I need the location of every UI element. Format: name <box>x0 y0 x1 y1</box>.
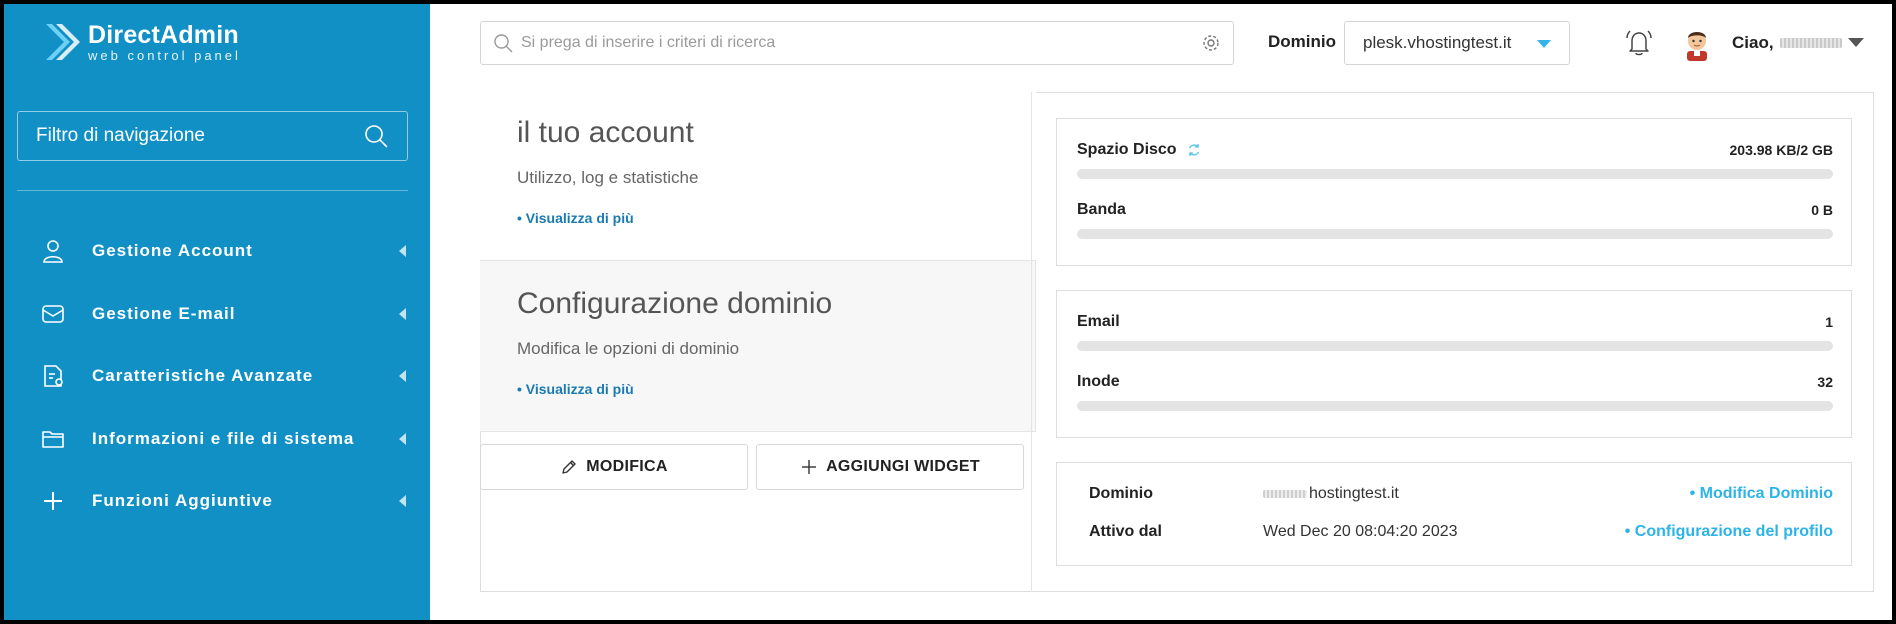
profile-config-link[interactable]: • Configurazione del profilo <box>1625 523 1833 541</box>
add-widget-button-label: AGGIUNGI WIDGET <box>826 458 980 475</box>
caret-left-icon <box>399 432 406 445</box>
modify-domain-link[interactable]: • Modifica Dominio <box>1690 485 1833 503</box>
user-greeting[interactable]: Ciao, <box>1732 33 1842 53</box>
inode-value: 32 <box>1817 374 1833 390</box>
sidebar-divider <box>17 190 408 191</box>
global-search <box>480 21 1234 65</box>
domain-info-row: Dominio hostingtest.it • Modifica Domini… <box>1089 485 1833 503</box>
sidebar-item-informazioni-sistema[interactable]: Informazioni e file di sistema <box>4 408 430 471</box>
email-value: 1 <box>1825 314 1833 330</box>
search-icon[interactable] <box>363 123 389 149</box>
caret-left-icon <box>399 370 406 383</box>
sidebar-item-label: Gestione Account <box>92 241 253 261</box>
domain-config-card-title: Configurazione dominio <box>517 287 833 320</box>
active-since-row: Attivo dal Wed Dec 20 08:04:20 2023 • Co… <box>1089 523 1833 541</box>
plus-icon <box>802 460 817 474</box>
logo[interactable]: DirectAdmin web control panel <box>42 20 241 64</box>
sidebar-nav: Gestione Account Gestione E-mail Caratte… <box>4 220 430 533</box>
disk-value: 203.98 KB/2 GB <box>1729 142 1834 158</box>
email-stat: Email 1 <box>1077 313 1833 351</box>
email-progress-bar <box>1077 341 1833 351</box>
sidebar-item-label: Gestione E-mail <box>92 303 236 323</box>
caret-left-icon <box>399 245 406 258</box>
mail-icon <box>42 304 64 323</box>
modifica-button[interactable]: MODIFICA <box>480 444 748 490</box>
redacted-username <box>1779 38 1842 48</box>
plus-icon <box>44 492 62 511</box>
app-window: DirectAdmin web control panel Gestione A… <box>4 4 1892 620</box>
resources-panel: Email 1 Inode 32 <box>1056 290 1852 438</box>
sidebar-item-label: Funzioni Aggiuntive <box>92 491 273 511</box>
domain-info-value-text: hostingtest.it <box>1309 485 1399 502</box>
greeting-text: Ciao, <box>1732 33 1774 52</box>
chevron-down-icon <box>1537 40 1551 48</box>
bandwidth-value: 0 B <box>1811 202 1833 218</box>
account-view-more-link[interactable]: • Visualizza di più <box>517 210 634 226</box>
domain-config-card: Configurazione dominio Modifica le opzio… <box>480 260 1036 432</box>
bandwidth-progress-bar <box>1077 229 1833 239</box>
bandwidth-stat: Banda 0 B <box>1077 201 1833 239</box>
sidebar-item-gestione-account[interactable]: Gestione Account <box>4 220 430 283</box>
notification-bell-icon[interactable] <box>1622 26 1656 60</box>
refresh-icon[interactable] <box>1187 143 1201 157</box>
pencil-icon <box>562 460 576 474</box>
sidebar-item-label: Informazioni e file di sistema <box>92 428 355 448</box>
sidebar-item-funzioni-aggiuntive[interactable]: Funzioni Aggiuntive <box>4 470 430 533</box>
sidebar-item-label: Caratteristiche Avanzate <box>92 366 314 386</box>
inode-label: Inode <box>1077 373 1120 390</box>
folder-icon <box>42 430 64 448</box>
disk-label: Spazio Disco <box>1077 141 1177 158</box>
directadmin-logo-icon <box>46 24 80 60</box>
avatar[interactable] <box>1680 25 1714 61</box>
search-input[interactable] <box>521 34 1201 52</box>
account-card-subtitle: Utilizzo, log e statistiche <box>517 168 699 187</box>
caret-left-icon <box>399 495 406 508</box>
add-widget-button[interactable]: AGGIUNGI WIDGET <box>756 444 1024 490</box>
user-icon <box>43 240 63 264</box>
gear-icon[interactable] <box>1201 33 1221 53</box>
disk-progress-bar <box>1077 169 1833 179</box>
caret-left-icon <box>399 307 406 320</box>
nav-filter <box>17 111 408 161</box>
domain-info-panel: Dominio hostingtest.it • Modifica Domini… <box>1056 462 1852 566</box>
domain-config-view-more-link[interactable]: • Visualizza di più <box>517 381 634 397</box>
redacted-subdomain <box>1263 490 1307 498</box>
chevron-down-icon[interactable] <box>1848 38 1864 47</box>
account-card-title: il tuo account <box>517 116 694 149</box>
bandwidth-label: Banda <box>1077 201 1126 218</box>
sidebar: DirectAdmin web control panel Gestione A… <box>4 4 430 620</box>
usage-panel: Spazio Disco 203.98 KB/2 GB Banda 0 B <box>1056 118 1852 266</box>
domain-label: Dominio <box>1268 32 1336 51</box>
nav-filter-input[interactable] <box>36 125 363 147</box>
disk-stat: Spazio Disco 203.98 KB/2 GB <box>1077 141 1833 179</box>
inode-stat: Inode 32 <box>1077 373 1833 411</box>
advanced-file-icon <box>44 365 63 388</box>
active-since-key: Attivo dal <box>1089 523 1162 540</box>
domain-config-card-subtitle: Modifica le opzioni di dominio <box>517 339 740 358</box>
active-since-value: Wed Dec 20 08:04:20 2023 <box>1263 523 1458 540</box>
search-icon <box>494 34 513 53</box>
inode-progress-bar <box>1077 401 1833 411</box>
sidebar-item-gestione-email[interactable]: Gestione E-mail <box>4 283 430 346</box>
domain-info-key: Dominio <box>1089 485 1153 502</box>
email-label: Email <box>1077 313 1120 330</box>
domain-info-value: hostingtest.it <box>1263 485 1690 503</box>
logo-title: DirectAdmin <box>88 20 239 49</box>
modifica-button-label: MODIFICA <box>586 458 668 475</box>
account-card: il tuo account Utilizzo, log e statistic… <box>480 92 1036 262</box>
logo-subtitle: web control panel <box>88 47 241 63</box>
domain-select[interactable]: plesk.vhostingtest.it <box>1344 21 1570 65</box>
sidebar-item-caratteristiche-avanzate[interactable]: Caratteristiche Avanzate <box>4 345 430 408</box>
domain-select-value: plesk.vhostingtest.it <box>1363 33 1512 52</box>
